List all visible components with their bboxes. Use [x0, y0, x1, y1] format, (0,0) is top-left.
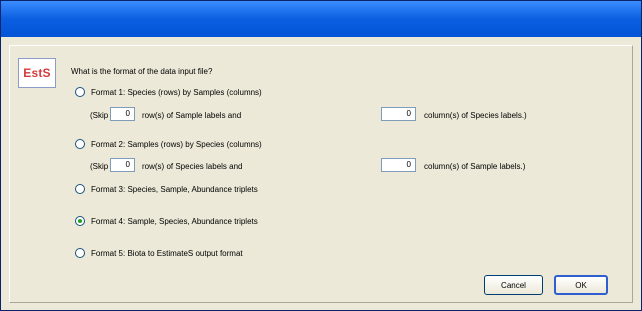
format-1-row-label: row(s) of Sample labels and	[142, 111, 242, 120]
ok-button[interactable]: OK	[554, 275, 608, 295]
format-4-option[interactable]: Format 4: Sample, Species, Abundance tri…	[75, 216, 258, 226]
title-bar[interactable]	[1, 1, 641, 37]
format-5-radio[interactable]	[75, 248, 85, 258]
dialog-window	[0, 0, 642, 311]
format-4-label: Format 4: Sample, Species, Abundance tri…	[91, 216, 258, 226]
format-2-skip-label: (Skip	[90, 162, 109, 171]
format-3-option[interactable]: Format 3: Species, Sample, Abundance tri…	[75, 184, 258, 194]
format-4-radio-selected[interactable]	[75, 216, 85, 226]
format-1-row-input[interactable]: 0	[110, 107, 135, 121]
format-2-radio[interactable]	[75, 139, 85, 149]
format-3-label: Format 3: Species, Sample, Abundance tri…	[91, 184, 258, 194]
format-1-option[interactable]: Format 1: Species (rows) by Samples (col…	[75, 87, 262, 97]
question-label: What is the format of the data input fil…	[71, 67, 213, 76]
dialog-panel	[9, 45, 633, 303]
format-3-radio[interactable]	[75, 184, 85, 194]
format-1-col-label: column(s) of Species labels.)	[424, 111, 527, 120]
format-2-col-input[interactable]: 0	[381, 158, 416, 172]
cancel-button[interactable]: Cancel	[484, 275, 543, 295]
format-2-row-input[interactable]: 0	[110, 158, 135, 172]
format-2-row-label: row(s) of Species labels and	[142, 162, 243, 171]
format-2-option[interactable]: Format 2: Samples (rows) by Species (col…	[75, 139, 262, 149]
format-1-skip-label: (Skip	[90, 111, 109, 120]
format-2-label: Format 2: Samples (rows) by Species (col…	[91, 139, 262, 149]
estimates-logo: EstS	[18, 58, 56, 88]
format-5-option[interactable]: Format 5: Biota to EstimateS output form…	[75, 248, 243, 258]
format-1-col-input[interactable]: 0	[381, 107, 416, 121]
format-1-radio[interactable]	[75, 87, 85, 97]
format-5-label: Format 5: Biota to EstimateS output form…	[91, 248, 243, 258]
format-1-label: Format 1: Species (rows) by Samples (col…	[91, 87, 262, 97]
format-2-col-label: column(s) of Sample labels.)	[424, 162, 526, 171]
